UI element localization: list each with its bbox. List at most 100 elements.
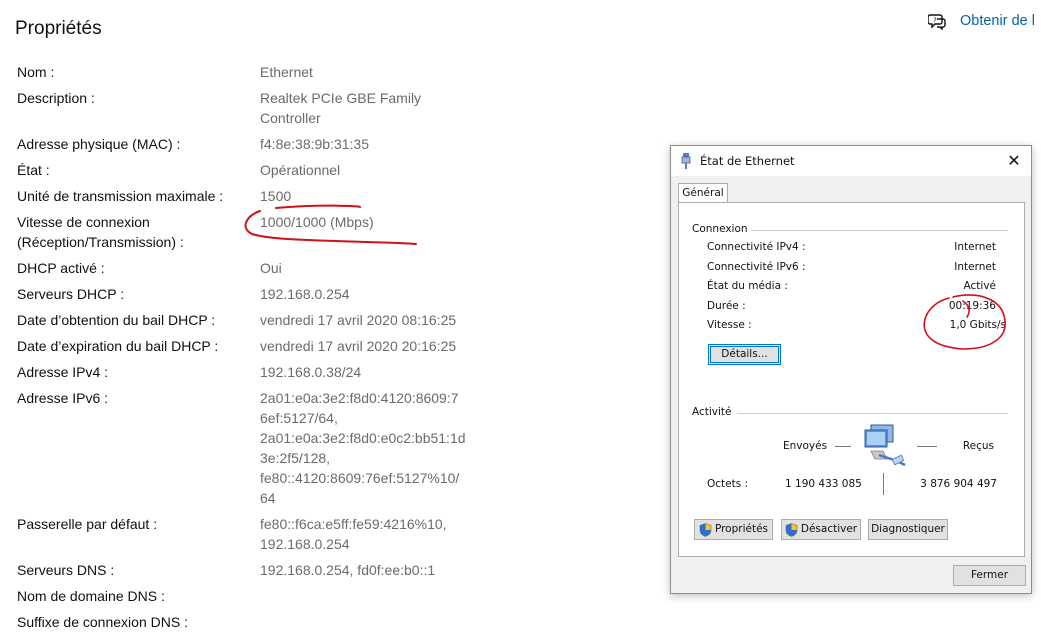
- property-value: 192.168.0.254: [260, 284, 350, 304]
- property-label-line: Unité de transmission maximale :: [17, 188, 224, 204]
- ethernet-cable-icon: [681, 153, 691, 169]
- property-label: Adresse IPv6 :: [17, 388, 108, 408]
- property-value: 1000/1000 (Mbps): [260, 212, 374, 232]
- sent-line: [835, 446, 851, 447]
- property-label-line: Description :: [17, 90, 95, 106]
- property-value-line: 2a01:e0a:3e2:f8d0:4120:8609:7: [260, 390, 459, 406]
- property-value-line: Oui: [260, 260, 282, 276]
- property-value-line: vendredi 17 avril 2020 20:16:25: [260, 338, 457, 354]
- ipv4-connectivity-value: Internet: [954, 241, 996, 253]
- property-value-line: 1000/1000 (Mbps): [260, 214, 374, 230]
- property-value: 192.168.0.38/24: [260, 362, 361, 382]
- svg-text:?: ?: [933, 17, 937, 25]
- property-value-line: Ethernet: [260, 64, 313, 80]
- tab-general[interactable]: Général: [678, 183, 728, 203]
- help-link[interactable]: Obtenir de l: [960, 13, 1035, 29]
- property-value: 192.168.0.254, fd0f:ee:b0::1: [260, 560, 435, 580]
- property-label: Suffixe de connexion DNS :: [17, 612, 188, 632]
- property-value-line: 192.168.0.254, fd0f:ee:b0::1: [260, 562, 436, 578]
- property-label: État :: [17, 160, 50, 180]
- bytes-received-value: 3 876 904 497: [920, 478, 997, 490]
- property-label-line: Adresse IPv6 :: [17, 390, 109, 406]
- activity-group-label: Activité: [692, 406, 732, 418]
- close-button[interactable]: Fermer: [953, 565, 1026, 586]
- help-area[interactable]: ? Obtenir de l: [928, 12, 1035, 30]
- property-value-line: fe80::4120:8609:76ef:5127%10/: [260, 470, 460, 486]
- bytes-sent-value: 1 190 433 085: [785, 478, 862, 490]
- properties-button-label: Propriétés: [714, 523, 769, 535]
- property-label: Adresse IPv4 :: [17, 362, 108, 382]
- uac-shield-icon: [785, 522, 798, 537]
- property-value: fe80::f6ca:e5ff:fe59:4216%10,192.168.0.2…: [260, 514, 447, 554]
- property-value: 1500: [260, 186, 291, 206]
- dialog-titlebar[interactable]: État de Ethernet ✕: [671, 146, 1031, 176]
- property-label: Serveurs DHCP :: [17, 284, 124, 304]
- property-value-line: 192.168.0.254: [260, 536, 350, 552]
- disable-button[interactable]: Désactiver: [781, 519, 861, 540]
- property-label: Date d’obtention du bail DHCP :: [17, 310, 215, 330]
- media-state-label: État du média :: [707, 280, 788, 292]
- properties-button[interactable]: Propriétés: [694, 519, 773, 540]
- property-label-line: Passerelle par défaut :: [17, 516, 158, 532]
- property-label-line: Vitesse de connexion: [17, 214, 150, 230]
- network-activity-icon: [864, 424, 906, 467]
- speed-value: 1,0 Gbits/s: [949, 319, 1006, 331]
- property-value: f4:8e:38:9b:31:35: [260, 134, 369, 154]
- ipv6-connectivity-label: Connectivité IPv6 :: [707, 261, 806, 273]
- property-value-line: 3e:2f5/128,: [260, 450, 331, 466]
- property-label: Vitesse de connexion (Réception/Transmiss…: [17, 212, 184, 252]
- duration-value: 00:19:36: [948, 300, 996, 312]
- ipv6-connectivity-value: Internet: [954, 261, 996, 273]
- property-value: Opérationnel: [260, 160, 340, 180]
- property-value-line: 1500: [260, 188, 292, 204]
- property-value-line: Realtek PCIe GBE Family: [260, 90, 422, 106]
- property-label-line: Adresse IPv4 :: [17, 364, 109, 380]
- connection-group-label: Connexion: [692, 223, 748, 235]
- property-label-line: (Réception/Transmission) :: [17, 234, 184, 250]
- property-value: vendredi 17 avril 2020 20:16:25: [260, 336, 456, 356]
- property-label-line: Adresse physique (MAC) :: [17, 136, 181, 152]
- property-label-line: Nom de domaine DNS :: [17, 588, 165, 604]
- chat-help-icon[interactable]: ?: [928, 12, 946, 30]
- property-label-line: Date d’obtention du bail DHCP :: [17, 312, 216, 328]
- page-title: Propriétés: [15, 18, 102, 39]
- property-label: Unité de transmission maximale :: [17, 186, 223, 206]
- bytes-divider: [883, 473, 884, 495]
- ipv4-connectivity-label: Connectivité IPv4 :: [707, 241, 806, 253]
- ethernet-status-dialog: État de Ethernet ✕ Général Connexion Con…: [670, 145, 1032, 594]
- property-value-line: f4:8e:38:9b:31:35: [260, 136, 369, 152]
- property-label: Nom :: [17, 62, 54, 82]
- property-value-line: 2a01:e0a:3e2:f8d0:e0c2:bb51:1d: [260, 430, 466, 446]
- diagnose-button[interactable]: Diagnostiquer: [868, 519, 948, 540]
- duration-label: Durée :: [707, 300, 746, 312]
- property-value: Realtek PCIe GBE Family Controller: [260, 88, 421, 128]
- property-value-line: Controller: [260, 110, 321, 126]
- property-label-line: Date d’expiration du bail DHCP :: [17, 338, 219, 354]
- activity-group-line: [737, 413, 1008, 414]
- property-value: Oui: [260, 258, 282, 278]
- property-label: DHCP activé :: [17, 258, 105, 278]
- property-value-line: 192.168.0.38/24: [260, 364, 362, 380]
- property-label: Date d’expiration du bail DHCP :: [17, 336, 218, 356]
- dialog-title: État de Ethernet: [700, 154, 795, 168]
- property-value: Ethernet: [260, 62, 313, 82]
- connection-group-line: [751, 230, 1008, 231]
- uac-shield-icon: [699, 522, 712, 537]
- sent-label: Envoyés: [783, 440, 828, 452]
- property-value-line: 64: [260, 490, 276, 506]
- dialog-close-icon[interactable]: ✕: [1003, 151, 1025, 171]
- details-button[interactable]: Détails...: [708, 344, 781, 365]
- property-value-line: 6ef:5127/64,: [260, 410, 338, 426]
- property-value: vendredi 17 avril 2020 08:16:25: [260, 310, 456, 330]
- property-label-line: Nom :: [17, 64, 55, 80]
- received-label: Reçus: [962, 440, 994, 452]
- media-state-value: Activé: [963, 280, 996, 292]
- property-label: Description :: [17, 88, 95, 108]
- property-value-line: vendredi 17 avril 2020 08:16:25: [260, 312, 457, 328]
- property-value-line: fe80::f6ca:e5ff:fe59:4216%10,: [260, 516, 447, 532]
- property-label-line: Serveurs DHCP :: [17, 286, 125, 302]
- property-value: 2a01:e0a:3e2:f8d0:4120:8609:7 6ef:5127/64…: [260, 388, 466, 508]
- property-label: Adresse physique (MAC) :: [17, 134, 180, 154]
- property-label-line: Serveurs DNS :: [17, 562, 115, 578]
- property-value-line: Opérationnel: [260, 162, 341, 178]
